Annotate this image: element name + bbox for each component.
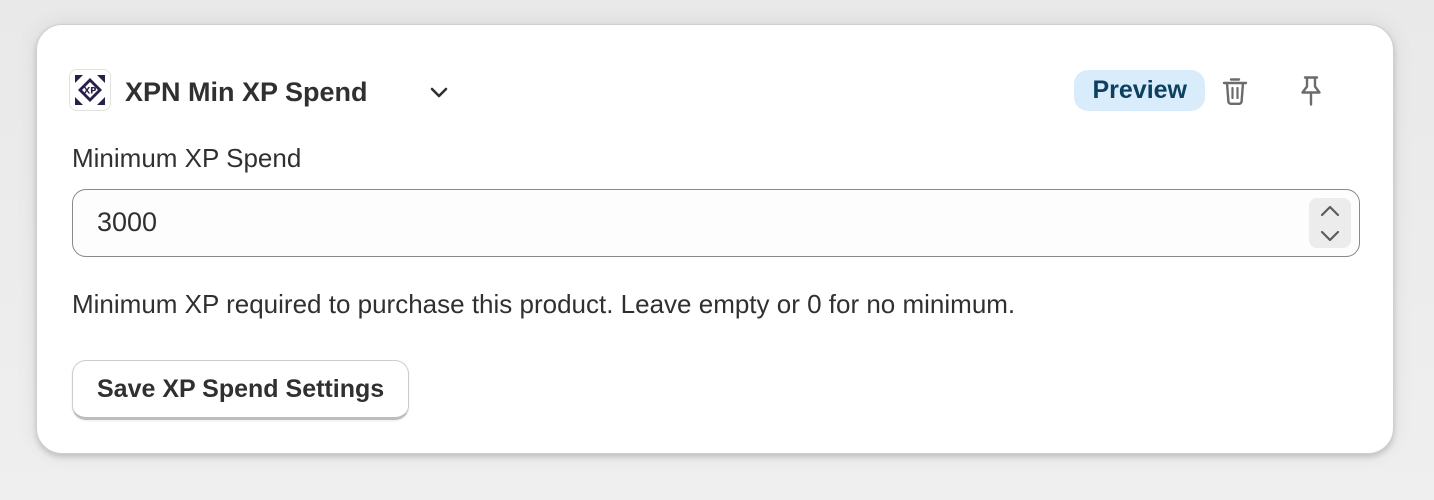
step-down-button[interactable] (1309, 223, 1351, 248)
min-xp-spend-input[interactable] (97, 190, 1277, 255)
pin-icon (1301, 76, 1321, 106)
step-up-button[interactable] (1309, 198, 1351, 223)
page-background: XP XPN Min XP Spend Preview Minimum XP S… (0, 0, 1434, 500)
min-xp-spend-field[interactable] (72, 189, 1360, 257)
save-settings-button[interactable]: Save XP Spend Settings (72, 360, 410, 420)
app-block-card: XP XPN Min XP Spend Preview Minimum XP S… (36, 24, 1394, 454)
xp-logo-icon: XP (69, 69, 111, 111)
pin-button[interactable] (1291, 71, 1331, 111)
block-header: XP XPN Min XP Spend Preview (69, 69, 1361, 113)
block-title: XPN Min XP Spend (125, 77, 368, 107)
trash-icon (1222, 78, 1248, 106)
chevron-down-icon (1320, 230, 1340, 241)
chevron-up-icon (1320, 205, 1340, 216)
chevron-down-icon[interactable] (427, 81, 451, 105)
quantity-stepper[interactable] (1309, 198, 1351, 248)
field-label: Minimum XP Spend (72, 143, 302, 173)
delete-button[interactable] (1215, 71, 1255, 111)
preview-badge: Preview (1074, 70, 1205, 111)
svg-text:XP: XP (84, 87, 97, 97)
help-text: Minimum XP required to purchase this pro… (72, 289, 1016, 319)
